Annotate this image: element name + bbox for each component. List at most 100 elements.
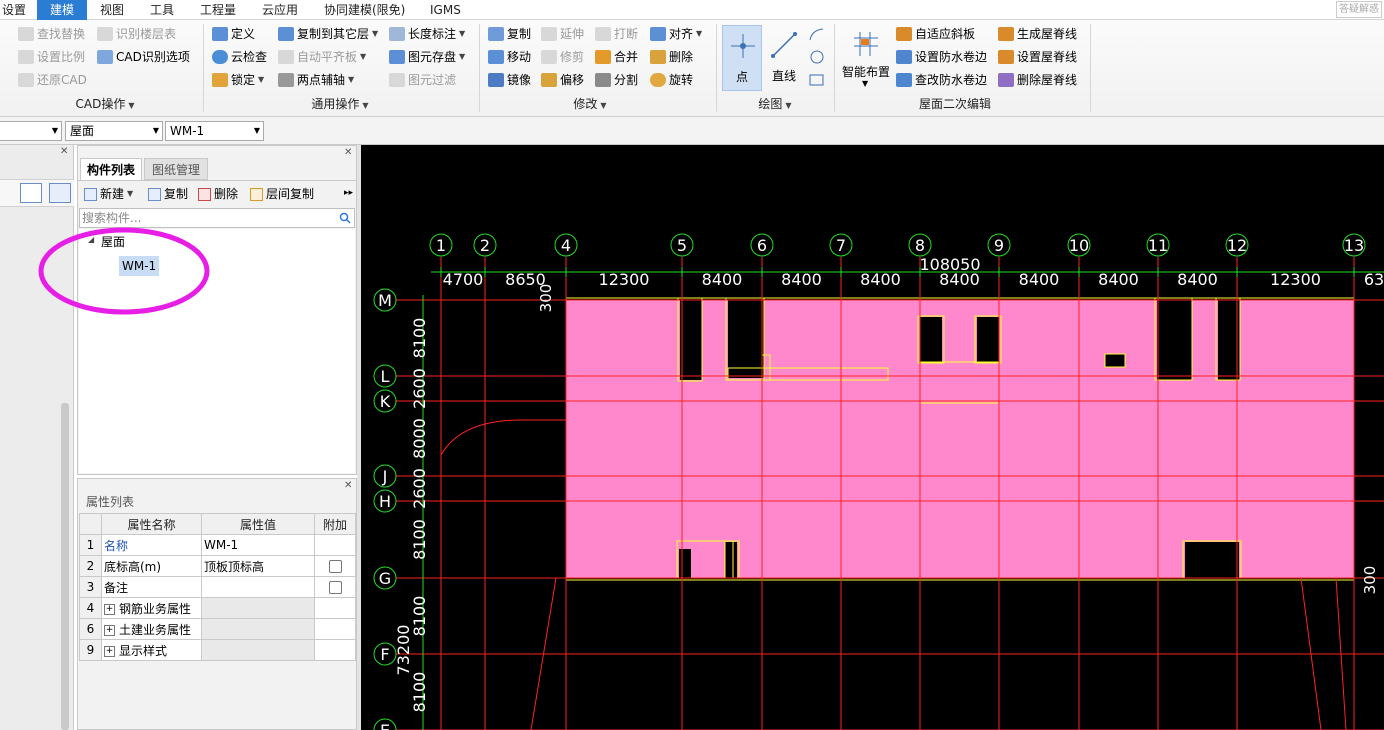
cad-options-button[interactable]: CAD识别选项 bbox=[97, 47, 190, 67]
copy-button[interactable]: 复制 bbox=[488, 24, 531, 44]
menu-quantity[interactable]: 工程量 bbox=[200, 0, 240, 20]
mirror-button[interactable]: 镜像 bbox=[488, 70, 531, 90]
axis-label: 11 bbox=[1148, 236, 1168, 255]
scale-icon bbox=[18, 50, 34, 64]
drawing-canvas[interactable]: 1 4700 2 8650 4 12300 5 8400 6 8400 7 8400 8 8400 9 840… bbox=[361, 145, 1384, 730]
property-panel-title: 属性列表 bbox=[86, 495, 135, 509]
cloud-check-button[interactable]: 云检查 bbox=[212, 47, 267, 67]
element-filter-button[interactable]: 图元过滤 bbox=[389, 70, 456, 90]
table-row[interactable]: 1 名称 WM-1 bbox=[79, 534, 356, 556]
auto-flat-slab-button[interactable]: 自动平齐板 ▼ bbox=[278, 47, 366, 67]
attach-checkbox[interactable] bbox=[328, 581, 342, 594]
define-button[interactable]: 定义 bbox=[212, 24, 255, 44]
table-row[interactable]: 9 + 显示样式 bbox=[79, 639, 356, 661]
tree-item-wm1[interactable]: WM-1 bbox=[119, 256, 160, 276]
save-element-button[interactable]: 图元存盘 ▼ bbox=[389, 47, 465, 67]
divider bbox=[716, 24, 717, 112]
help-search-input[interactable]: 答疑解惑 bbox=[1336, 1, 1382, 18]
tab-component-list[interactable]: 构件列表 bbox=[80, 158, 142, 180]
menu-settings[interactable]: 设置 bbox=[2, 0, 28, 20]
property-value[interactable] bbox=[201, 576, 315, 598]
new-icon bbox=[84, 187, 97, 201]
axis-label: 4 bbox=[561, 236, 571, 255]
align-button[interactable]: 对齐 ▼ bbox=[650, 24, 702, 44]
close-icon[interactable]: ✕ bbox=[344, 147, 352, 158]
table-row[interactable]: 3 备注 bbox=[79, 576, 356, 598]
offset-button[interactable]: 偏移 bbox=[541, 70, 584, 90]
attach-checkbox[interactable] bbox=[328, 560, 342, 573]
floor-select[interactable]: ▼ bbox=[0, 121, 62, 141]
gen-ridge-button[interactable]: 生成屋脊线 bbox=[998, 24, 1077, 44]
table-row[interactable]: 2 底标高(m) 顶板顶标高 bbox=[79, 555, 356, 577]
find-replace-icon bbox=[18, 27, 34, 41]
align-icon bbox=[650, 27, 666, 41]
find-replace-button[interactable]: 查找替换 bbox=[18, 24, 85, 44]
extend-button[interactable]: 延伸 bbox=[541, 24, 584, 44]
trim-button[interactable]: 修剪 bbox=[541, 47, 584, 67]
search-icon[interactable] bbox=[339, 212, 351, 224]
expand-icon[interactable]: + bbox=[104, 603, 115, 615]
tab-drawing-management[interactable]: 图纸管理 bbox=[144, 158, 208, 180]
axis-label: 7 bbox=[836, 236, 846, 255]
split-icon bbox=[595, 73, 611, 87]
menu-modeling[interactable]: 建模 bbox=[37, 0, 87, 20]
axis-label: M bbox=[378, 291, 392, 310]
close-icon[interactable]: ✕ bbox=[344, 480, 352, 491]
restore-cad-button[interactable]: 还原CAD bbox=[18, 70, 87, 90]
tree-root-roof[interactable]: 屋面 bbox=[101, 233, 125, 250]
property-value[interactable]: WM-1 bbox=[201, 534, 315, 556]
menu-collab-modeling[interactable]: 协同建模(限免) bbox=[324, 0, 410, 20]
rotate-button[interactable]: 旋转 bbox=[650, 70, 693, 90]
copy-between-floors-button[interactable]: 层间复制 bbox=[250, 183, 314, 205]
del-ridge-button[interactable]: 删除屋脊线 bbox=[998, 70, 1077, 90]
table-row[interactable]: 6 + 土建业务属性 bbox=[79, 618, 356, 640]
length-icon bbox=[389, 27, 405, 41]
expand-icon[interactable]: + bbox=[104, 624, 115, 636]
copy-to-layer-button[interactable]: 复制到其它层 ▼ bbox=[278, 24, 378, 44]
menu-igms[interactable]: IGMS bbox=[430, 0, 466, 20]
menu-tools[interactable]: 工具 bbox=[150, 0, 178, 20]
close-icon[interactable]: ✕ bbox=[60, 146, 68, 157]
set-ridge-button[interactable]: 设置屋脊线 bbox=[998, 47, 1077, 67]
menu-view[interactable]: 视图 bbox=[100, 0, 128, 20]
axis-label: K bbox=[380, 392, 391, 411]
set-scale-button[interactable]: 设置比例 bbox=[18, 47, 85, 67]
element-select[interactable]: WM-1 ▼ bbox=[165, 121, 264, 141]
property-value[interactable]: 顶板顶标高 bbox=[201, 555, 315, 577]
modify-group-label: 修改 ▼ bbox=[573, 97, 607, 111]
axis-label: F bbox=[380, 645, 389, 664]
point-button[interactable]: 点 bbox=[722, 25, 762, 91]
dimension-text: 8400 bbox=[781, 270, 822, 289]
new-component-button[interactable]: 新建 ▼ bbox=[84, 183, 133, 205]
table-row[interactable]: 4 + 钢筋业务属性 bbox=[79, 597, 356, 619]
menu-cloud-app[interactable]: 云应用 bbox=[262, 0, 302, 20]
copy-component-button[interactable]: 复制 bbox=[148, 183, 188, 205]
category-select[interactable]: 屋面 ▼ bbox=[65, 121, 163, 141]
split-button[interactable]: 分割 bbox=[595, 70, 638, 90]
cad-drawing[interactable]: 1470028650412300584006840078400884009840… bbox=[361, 145, 1384, 730]
scrollbar[interactable] bbox=[61, 403, 69, 730]
break-button[interactable]: 打断 bbox=[595, 24, 638, 44]
tree-collapse-icon[interactable]: ◢ bbox=[88, 235, 94, 244]
offset-icon bbox=[541, 73, 557, 87]
merge-button[interactable]: 合并 bbox=[595, 47, 638, 67]
delete-button[interactable]: 删除 bbox=[650, 47, 693, 67]
component-search-input[interactable]: 搜索构件... bbox=[79, 208, 355, 228]
line-button[interactable]: 直线 bbox=[766, 25, 802, 91]
set-waterproof-edge-button[interactable]: 设置防水卷边 bbox=[896, 47, 987, 67]
check-waterproof-edge-button[interactable]: 查改防水卷边 bbox=[896, 70, 987, 90]
lock-button[interactable]: 锁定 ▼ bbox=[212, 70, 264, 90]
length-mark-button[interactable]: 长度标注 ▼ bbox=[389, 24, 465, 44]
expand-icon[interactable]: + bbox=[104, 645, 115, 657]
delete-component-button[interactable]: 删除 bbox=[198, 183, 238, 205]
copy-icon bbox=[148, 187, 161, 201]
smart-layout-button[interactable]: 智能布置 ▼ bbox=[840, 25, 892, 91]
identify-layers-button[interactable]: 识别楼层表 bbox=[97, 24, 176, 44]
detail-view-icon[interactable] bbox=[49, 183, 71, 203]
more-icon[interactable]: ▸▸ bbox=[344, 188, 353, 198]
move-button[interactable]: 移动 bbox=[488, 47, 531, 67]
list-view-icon[interactable] bbox=[20, 183, 42, 203]
two-point-axis-button[interactable]: 两点辅轴 ▼ bbox=[278, 70, 354, 90]
dimension-text: 2600 bbox=[410, 368, 429, 409]
adaptive-slope-button[interactable]: 自适应斜板 bbox=[896, 24, 975, 44]
